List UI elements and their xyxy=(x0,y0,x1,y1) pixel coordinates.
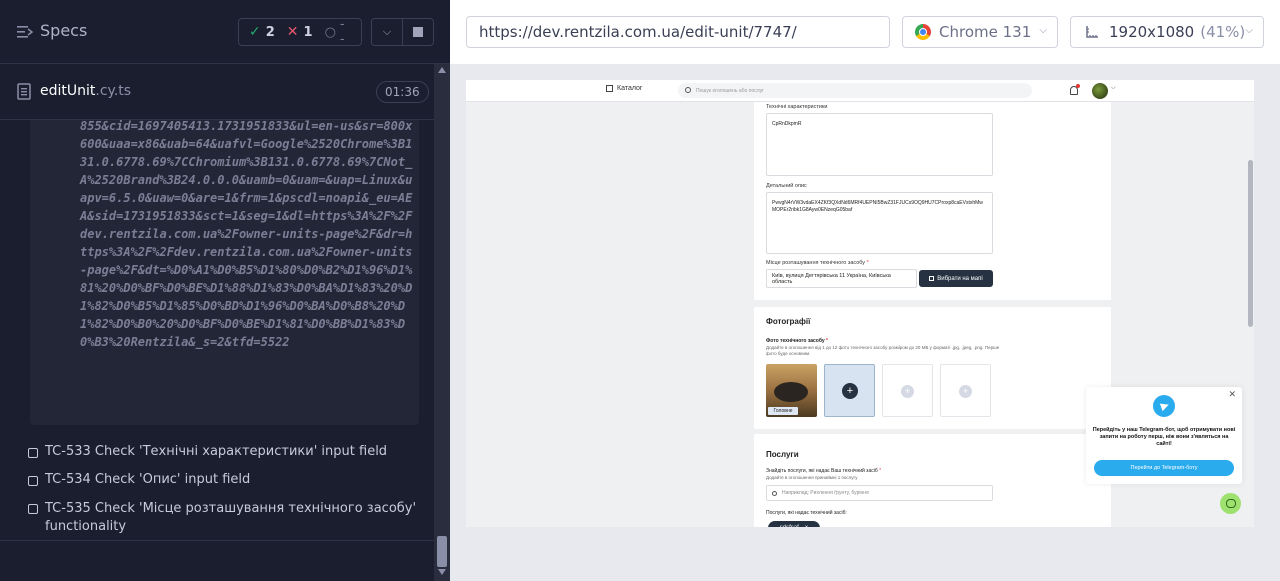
telegram-text: Перейдіть у наш Telegram-бот, щоб отриму… xyxy=(1092,427,1236,447)
reporter-scrollbar[interactable] xyxy=(434,64,450,581)
viewport-selector[interactable]: 1920x1080 (41%) ⌵ xyxy=(1070,16,1264,48)
services-card: Послуги Знайдіть послуги, які надає Ваш … xyxy=(754,434,1111,527)
site-search-input[interactable]: Пошук оголошень або послуг xyxy=(678,83,1032,98)
choose-on-map-button[interactable]: Вибрати на мапі xyxy=(919,270,993,287)
browser-label: Chrome 131 xyxy=(939,23,1032,41)
test-item[interactable]: TC-533 Check 'Технічні характеристики' i… xyxy=(28,444,428,459)
map-icon xyxy=(929,276,935,281)
close-icon[interactable]: ✕ xyxy=(1228,389,1236,400)
desc-label: Детальний опис xyxy=(766,183,807,189)
chevron-down-icon: ⌵ xyxy=(382,25,392,38)
test-status-icon xyxy=(28,504,38,514)
test-status-icon xyxy=(28,448,38,458)
stop-button[interactable] xyxy=(402,18,434,46)
desc-textarea[interactable]: PwvgN4rVW3vdaEX4ZKf3QXdNd6MRf4UEPNI5BwZ3… xyxy=(766,192,993,254)
app-under-test: Каталог Пошук оголошень або послуг ⌵ Тех… xyxy=(466,80,1254,527)
test-item[interactable]: TC-534 Check 'Опис' input field xyxy=(28,472,428,487)
chevron-down-icon: ⌵ xyxy=(1039,25,1047,36)
url-field[interactable]: https://dev.rentzila.com.ua/edit-unit/77… xyxy=(466,16,890,48)
chrome-icon xyxy=(915,24,931,40)
plus-icon: + xyxy=(842,383,858,399)
photo-thumbnail[interactable]: Головне xyxy=(766,364,817,417)
chevron-down-button[interactable]: ⌵ xyxy=(371,18,403,46)
pending-count: ○ -- xyxy=(324,17,345,47)
scroll-down-icon[interactable] xyxy=(438,569,446,575)
grid-icon xyxy=(606,85,613,92)
zoom-level: (41%) xyxy=(1200,23,1246,41)
search-icon xyxy=(772,491,777,496)
chevron-down-icon: ⌵ xyxy=(1245,25,1253,36)
test-label: TC-534 Check 'Опис' input field xyxy=(45,472,251,487)
search-icon xyxy=(685,87,691,93)
empty-photo-slot[interactable]: + xyxy=(882,364,933,417)
viewport-size: 1920x1080 xyxy=(1109,23,1195,41)
stop-icon xyxy=(413,27,423,37)
tech-textarea[interactable]: CpRnDkpmR xyxy=(766,113,993,176)
telegram-popup: ✕ Перейдіть у наш Telegram-бот, щоб отри… xyxy=(1086,387,1242,484)
test-label: TC-533 Check 'Технічні характеристики' i… xyxy=(45,444,388,459)
check-icon: ✓ xyxy=(249,24,261,40)
description-card: Технічні характеристики CpRnDkpmR Деталь… xyxy=(754,102,1111,300)
failed-count: ✕ 1 xyxy=(286,24,313,40)
services-find-label: Знайдіть послуги, які надає Ваш технічни… xyxy=(766,468,882,474)
command-log-detail: 855&cid=1697405413.1731951833&ul=en-us&s… xyxy=(30,120,419,425)
services-provided-label: Послуги, які надає технічний засіб: xyxy=(766,510,847,516)
specs-list-icon[interactable] xyxy=(17,25,33,39)
plus-icon: + xyxy=(901,385,914,398)
spec-duration: 01:36 xyxy=(376,81,429,103)
services-search-input[interactable]: Наприклад: Рихлення ґрунту, буріння xyxy=(766,485,993,501)
photo-image xyxy=(774,382,808,402)
chat-icon[interactable] xyxy=(1220,493,1241,514)
photos-title: Фотографії xyxy=(766,317,811,326)
page-scrollbar[interactable] xyxy=(1248,160,1253,327)
aut-panel: https://dev.rentzila.com.ua/edit-unit/77… xyxy=(450,0,1280,581)
chevron-down-icon[interactable]: ⌵ xyxy=(1111,85,1116,92)
test-stats: ✓ 2 ✕ 1 ○ -- xyxy=(238,17,362,47)
location-input[interactable]: Київ, вулиця Дегтярівська 11 Україна, Ки… xyxy=(766,269,917,288)
main-photo-badge: Головне xyxy=(768,407,798,415)
plus-icon: + xyxy=(959,385,972,398)
photos-description: Додайте в оголошення від 1 до 12 фото те… xyxy=(766,345,1000,356)
spinner-icon: ○ xyxy=(324,24,336,40)
test-item[interactable]: TC-535 Check 'Місце розташування технічн… xyxy=(28,500,428,536)
test-label: TC-535 Check 'Місце розташування технічн… xyxy=(45,501,417,534)
close-icon[interactable]: × xyxy=(805,525,809,527)
scroll-thumb[interactable] xyxy=(437,536,447,567)
aut-viewport: Каталог Пошук оголошень або послуг ⌵ Тех… xyxy=(450,64,1280,581)
location-label: Місце розташування технічного засобу * xyxy=(766,260,869,266)
cross-icon: ✕ xyxy=(286,24,299,40)
bell-icon[interactable] xyxy=(1070,84,1080,95)
spec-file-name[interactable]: editUnit.cy.ts xyxy=(40,83,131,99)
command-url-text: 855&cid=1697405413.1731951833&ul=en-us&s… xyxy=(80,120,413,349)
avatar[interactable] xyxy=(1092,83,1108,99)
photos-card: Фотографії Фото технічного засобу * Дода… xyxy=(754,307,1111,429)
browser-selector[interactable]: Chrome 131 ⌵ xyxy=(902,16,1058,48)
photos-label: Фото технічного засобу * xyxy=(766,338,828,344)
telegram-button[interactable]: Перейти до Telegram-боту xyxy=(1094,460,1234,476)
scroll-up-icon[interactable] xyxy=(438,67,446,73)
site-header: Каталог Пошук оголошень або послуг ⌵ xyxy=(466,80,1254,102)
empty-photo-slot[interactable]: + xyxy=(940,364,991,417)
reporter-panel: Specs ✓ 2 ✕ 1 ○ -- ⌵ editUnit.cy.ts 01:36 8… xyxy=(0,0,450,581)
tech-label: Технічні характеристики xyxy=(766,104,828,110)
ruler-icon xyxy=(1086,26,1098,38)
test-status-icon xyxy=(28,476,38,486)
passed-count: ✓ 2 xyxy=(249,24,275,40)
catalog-button[interactable]: Каталог xyxy=(606,85,642,92)
spec-file-header: editUnit.cy.ts 01:36 xyxy=(0,64,434,120)
service-tag[interactable]: sdsfsaf× xyxy=(768,521,820,527)
specs-header: Specs ✓ 2 ✕ 1 ○ -- ⌵ xyxy=(0,0,450,64)
telegram-icon xyxy=(1153,395,1175,417)
file-icon xyxy=(17,83,31,100)
specs-title[interactable]: Specs xyxy=(40,21,87,40)
divider xyxy=(0,540,434,541)
services-title: Послуги xyxy=(766,450,799,459)
services-description: Додайте в оголошення принаймні 1 послугу xyxy=(766,475,858,480)
add-photo-slot[interactable]: + xyxy=(824,364,875,417)
